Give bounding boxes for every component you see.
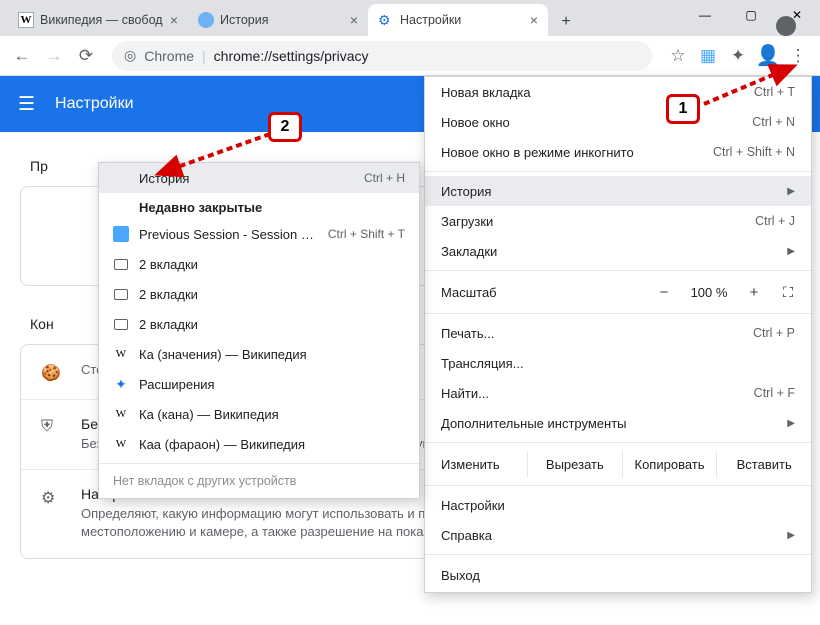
page-title: Настройки <box>55 95 133 113</box>
extension-icons: ☆ ▦ ✦ 👤 ⋮ <box>664 42 812 70</box>
reload-button[interactable]: ⟳ <box>72 42 100 70</box>
menu-new-window[interactable]: Новое окно Ctrl + N <box>425 107 811 137</box>
menu-downloads[interactable]: Загрузки Ctrl + J <box>425 206 811 236</box>
close-icon[interactable]: × <box>350 12 358 28</box>
wikipedia-icon: W <box>113 436 129 452</box>
history-favicon <box>198 12 214 28</box>
history-submenu: История Ctrl + H Недавно закрытые Previo… <box>98 162 420 499</box>
window-controls: — ▢ ✕ <box>682 0 820 30</box>
wikipedia-icon: W <box>113 346 129 362</box>
history-item[interactable]: W Ка (кана) — Википедия <box>99 399 419 429</box>
menu-cast[interactable]: Трансляция... <box>425 348 811 378</box>
tab-label: История <box>220 13 344 27</box>
menu-edit-row: Изменить Вырезать Копировать Вставить <box>425 447 811 481</box>
wikipedia-favicon: W <box>18 12 34 28</box>
wikipedia-icon: W <box>113 406 129 422</box>
session-buddy-icon <box>113 226 129 242</box>
extensions-icon[interactable]: ✦ <box>724 42 752 70</box>
profile-icon[interactable]: 👤 <box>754 42 782 70</box>
new-tab-button[interactable]: + <box>552 8 580 36</box>
cut-button[interactable]: Вырезать <box>527 451 622 478</box>
menu-help[interactable]: Справка ▶ <box>425 520 811 550</box>
back-button[interactable]: ← <box>8 42 36 70</box>
fullscreen-icon[interactable]: ⛶ <box>771 284 805 301</box>
window-titlebar: W Википедия — свобод × История × ⚙ Настр… <box>0 0 820 36</box>
zoom-out-button[interactable]: − <box>647 284 681 301</box>
history-item[interactable]: W Каа (фараон) — Википедия <box>99 429 419 459</box>
zoom-value: 100 % <box>681 285 737 300</box>
history-item[interactable]: 2 вкладки <box>99 309 419 339</box>
history-item[interactable]: Previous Session - Session Buddy Ctrl + … <box>99 219 419 249</box>
tab-settings[interactable]: ⚙ Настройки × <box>368 4 548 36</box>
history-item[interactable]: W Ка (значения) — Википедия <box>99 339 419 369</box>
tab-label: Настройки <box>400 13 524 27</box>
menu-print[interactable]: Печать... Ctrl + P <box>425 318 811 348</box>
url-separator: | <box>202 48 206 64</box>
menu-more-tools[interactable]: Дополнительные инструменты ▶ <box>425 408 811 438</box>
menu-separator <box>425 554 811 555</box>
chrome-icon: ◎ <box>124 47 136 64</box>
history-item[interactable]: 2 вкладки <box>99 279 419 309</box>
menu-separator <box>425 171 811 172</box>
chevron-right-icon: ▶ <box>787 186 795 197</box>
session-buddy-icon[interactable]: ▦ <box>694 42 722 70</box>
cookie-icon: 🍪 <box>41 363 61 383</box>
submenu-history[interactable]: История Ctrl + H <box>99 163 419 193</box>
menu-history[interactable]: История ▶ <box>425 176 811 206</box>
tab-history[interactable]: История × <box>188 4 368 36</box>
history-item[interactable]: 2 вкладки <box>99 249 419 279</box>
menu-separator <box>425 485 811 486</box>
menu-incognito[interactable]: Новое окно в режиме инкогнито Ctrl + Shi… <box>425 137 811 167</box>
main-menu: Новая вкладка Ctrl + T Новое окно Ctrl +… <box>424 76 812 593</box>
menu-separator <box>425 313 811 314</box>
history-item[interactable]: ✦ Расширения <box>99 369 419 399</box>
sliders-icon: ⚙ <box>41 488 61 508</box>
tab-strip: W Википедия — свобод × История × ⚙ Настр… <box>8 0 580 36</box>
tab-wikipedia[interactable]: W Википедия — свобод × <box>8 4 188 36</box>
minimize-button[interactable]: — <box>682 0 728 30</box>
maximize-button[interactable]: ▢ <box>728 0 774 30</box>
copy-button[interactable]: Копировать <box>622 451 717 478</box>
address-bar[interactable]: ◎ Chrome | chrome://settings/privacy <box>112 41 652 71</box>
gear-icon: ⚙ <box>378 12 394 28</box>
tabs-icon <box>113 286 129 302</box>
submenu-footer: Нет вкладок с других устройств <box>99 463 419 498</box>
tabs-icon <box>113 316 129 332</box>
menu-find[interactable]: Найти... Ctrl + F <box>425 378 811 408</box>
close-icon[interactable]: × <box>530 12 538 28</box>
menu-new-tab[interactable]: Новая вкладка Ctrl + T <box>425 77 811 107</box>
callout-1: 1 <box>666 94 700 124</box>
forward-button: → <box>40 42 68 70</box>
shield-icon: ⛨ <box>41 418 61 436</box>
close-icon[interactable]: × <box>170 12 178 28</box>
hamburger-icon[interactable]: ☰ <box>18 93 35 116</box>
browser-toolbar: ← → ⟳ ◎ Chrome | chrome://settings/priva… <box>0 36 820 76</box>
recently-closed-heading: Недавно закрытые <box>99 193 419 219</box>
chevron-right-icon: ▶ <box>787 246 795 257</box>
menu-bookmarks[interactable]: Закладки ▶ <box>425 236 811 266</box>
menu-separator <box>425 442 811 443</box>
url-path: chrome://settings/privacy <box>214 48 369 64</box>
url-scheme: Chrome <box>144 48 194 64</box>
kebab-menu-button[interactable]: ⋮ <box>784 42 812 70</box>
menu-settings[interactable]: Настройки <box>425 490 811 520</box>
menu-exit[interactable]: Выход <box>425 559 811 592</box>
tab-label: Википедия — свобод <box>40 13 164 27</box>
zoom-in-button[interactable]: + <box>737 284 771 301</box>
chevron-right-icon: ▶ <box>787 530 795 541</box>
callout-2: 2 <box>268 112 302 142</box>
menu-zoom: Масштаб − 100 % + ⛶ <box>425 275 811 309</box>
menu-separator <box>425 270 811 271</box>
paste-button[interactable]: Вставить <box>716 451 811 478</box>
star-icon[interactable]: ☆ <box>664 42 692 70</box>
tabs-icon <box>113 256 129 272</box>
chevron-right-icon: ▶ <box>787 418 795 429</box>
close-window-button[interactable]: ✕ <box>774 0 820 30</box>
extension-icon: ✦ <box>113 376 129 392</box>
